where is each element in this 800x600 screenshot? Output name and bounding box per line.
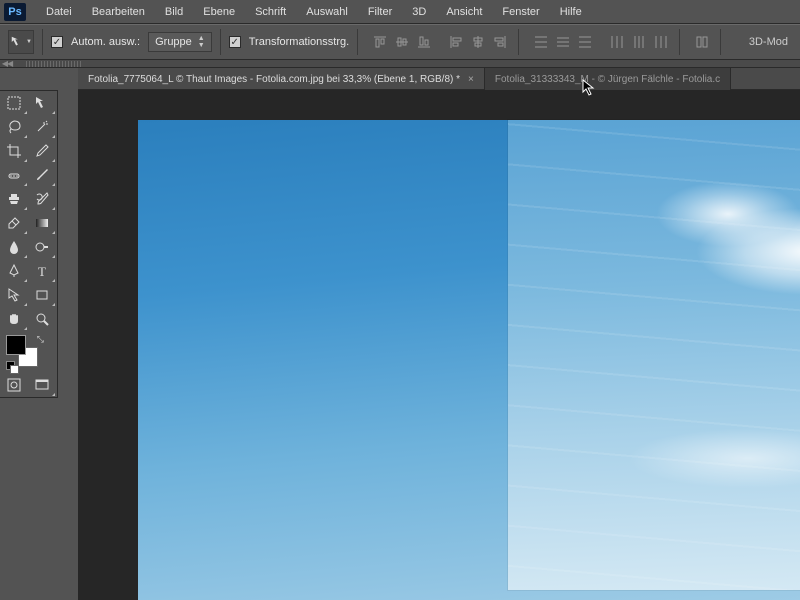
clone-stamp-tool-icon[interactable]: [0, 187, 28, 211]
document-tab-active[interactable]: Fotolia_7775064_L © Thaut Images - Fotol…: [78, 68, 485, 90]
document-canvas[interactable]: [138, 120, 800, 600]
options-bar: ▼ Autom. ausw.: Gruppe ▲▼ Transformation…: [0, 24, 800, 60]
tool-palette: T ⤡: [0, 90, 58, 398]
align-bottom-icon[interactable]: [414, 32, 434, 52]
grip-icon[interactable]: [26, 61, 82, 67]
eraser-tool-icon[interactable]: [0, 211, 28, 235]
lasso-tool-icon[interactable]: [0, 115, 28, 139]
menu-filter[interactable]: Filter: [358, 0, 402, 24]
magic-wand-tool-icon[interactable]: [28, 115, 56, 139]
foreground-color-swatch[interactable]: [6, 335, 26, 355]
collapse-arrows-icon[interactable]: ◀◀: [0, 59, 14, 68]
app-logo: Ps: [4, 3, 26, 21]
quickmask-tool-icon[interactable]: [0, 373, 28, 397]
menu-ebene[interactable]: Ebene: [193, 0, 245, 24]
dodge-tool-icon[interactable]: [28, 235, 56, 259]
zoom-tool-icon[interactable]: [28, 307, 56, 331]
caret-icon: ▲▼: [198, 35, 205, 49]
distribute-h-group: [607, 32, 671, 52]
screen-mode-icon[interactable]: [28, 373, 56, 397]
move-tool-icon[interactable]: [28, 91, 56, 115]
menu-bearbeiten[interactable]: Bearbeiten: [82, 0, 155, 24]
distribute-bottom-icon[interactable]: [575, 32, 595, 52]
menu-3d[interactable]: 3D: [402, 0, 436, 24]
auto-select-target-dropdown[interactable]: Gruppe ▲▼: [148, 32, 212, 52]
color-swatches: ⤡: [0, 331, 56, 373]
default-colors-icon[interactable]: [6, 361, 16, 371]
transform-controls-label: Transformationsstrg.: [249, 36, 349, 48]
menu-auswahl[interactable]: Auswahl: [296, 0, 358, 24]
menu-ansicht[interactable]: Ansicht: [436, 0, 492, 24]
placed-layer[interactable]: [508, 120, 800, 590]
hand-tool-icon[interactable]: [0, 307, 28, 331]
align-top-icon[interactable]: [370, 32, 390, 52]
close-icon[interactable]: ×: [468, 74, 474, 85]
divider: [720, 29, 721, 55]
menu-hilfe[interactable]: Hilfe: [550, 0, 592, 24]
align-h-group: [446, 32, 510, 52]
menu-bild[interactable]: Bild: [155, 0, 193, 24]
workspace: [78, 90, 800, 600]
distribute-top-icon[interactable]: [531, 32, 551, 52]
panel-collapse-strip: ◀◀: [0, 60, 800, 68]
swap-colors-icon[interactable]: ⤡: [37, 334, 44, 345]
gradient-tool-icon[interactable]: [28, 211, 56, 235]
dropdown-value: Gruppe: [155, 36, 192, 48]
auto-align-group: [692, 32, 712, 52]
distribute-v-group: [531, 32, 595, 52]
history-brush-tool-icon[interactable]: [28, 187, 56, 211]
document-tab-inactive[interactable]: Fotolia_31333343_M - © Jürgen Fälchle - …: [485, 68, 731, 90]
menu-datei[interactable]: Datei: [36, 0, 82, 24]
align-hcenter-icon[interactable]: [468, 32, 488, 52]
dropdown-caret-icon: ▼: [26, 39, 32, 45]
rectangle-tool-icon[interactable]: [28, 283, 56, 307]
align-left-icon[interactable]: [446, 32, 466, 52]
auto-align-icon[interactable]: [692, 32, 712, 52]
menu-schrift[interactable]: Schrift: [245, 0, 296, 24]
active-tool-indicator[interactable]: ▼: [8, 30, 34, 54]
distribute-vcenter-icon[interactable]: [553, 32, 573, 52]
svg-text:T: T: [38, 264, 46, 279]
tab-label: Fotolia_7775064_L © Thaut Images - Fotol…: [88, 74, 460, 85]
blur-tool-icon[interactable]: [0, 235, 28, 259]
healing-brush-tool-icon[interactable]: [0, 163, 28, 187]
divider: [42, 29, 43, 55]
path-select-tool-icon[interactable]: [0, 283, 28, 307]
menu-fenster[interactable]: Fenster: [492, 0, 549, 24]
divider: [357, 29, 358, 55]
tab-label: Fotolia_31333343_M - © Jürgen Fälchle - …: [495, 74, 720, 85]
pen-tool-icon[interactable]: [0, 259, 28, 283]
align-edges-group: [370, 32, 434, 52]
3d-mode-button[interactable]: 3D-Mod: [745, 36, 792, 48]
eyedropper-tool-icon[interactable]: [28, 139, 56, 163]
auto-select-checkbox[interactable]: [51, 36, 63, 48]
document-tab-bar: Fotolia_7775064_L © Thaut Images - Fotol…: [78, 68, 800, 90]
auto-select-label: Autom. ausw.:: [71, 36, 140, 48]
crop-tool-icon[interactable]: [0, 139, 28, 163]
distribute-right-icon[interactable]: [651, 32, 671, 52]
brush-tool-icon[interactable]: [28, 163, 56, 187]
transform-controls-checkbox[interactable]: [229, 36, 241, 48]
marquee-tool-icon[interactable]: [0, 91, 28, 115]
align-vcenter-icon[interactable]: [392, 32, 412, 52]
divider: [518, 29, 519, 55]
distribute-hcenter-icon[interactable]: [629, 32, 649, 52]
divider: [220, 29, 221, 55]
distribute-left-icon[interactable]: [607, 32, 627, 52]
divider: [679, 29, 680, 55]
menu-bar: Ps DateiBearbeitenBildEbeneSchriftAuswah…: [0, 0, 800, 24]
type-tool-icon[interactable]: T: [28, 259, 56, 283]
align-right-icon[interactable]: [490, 32, 510, 52]
